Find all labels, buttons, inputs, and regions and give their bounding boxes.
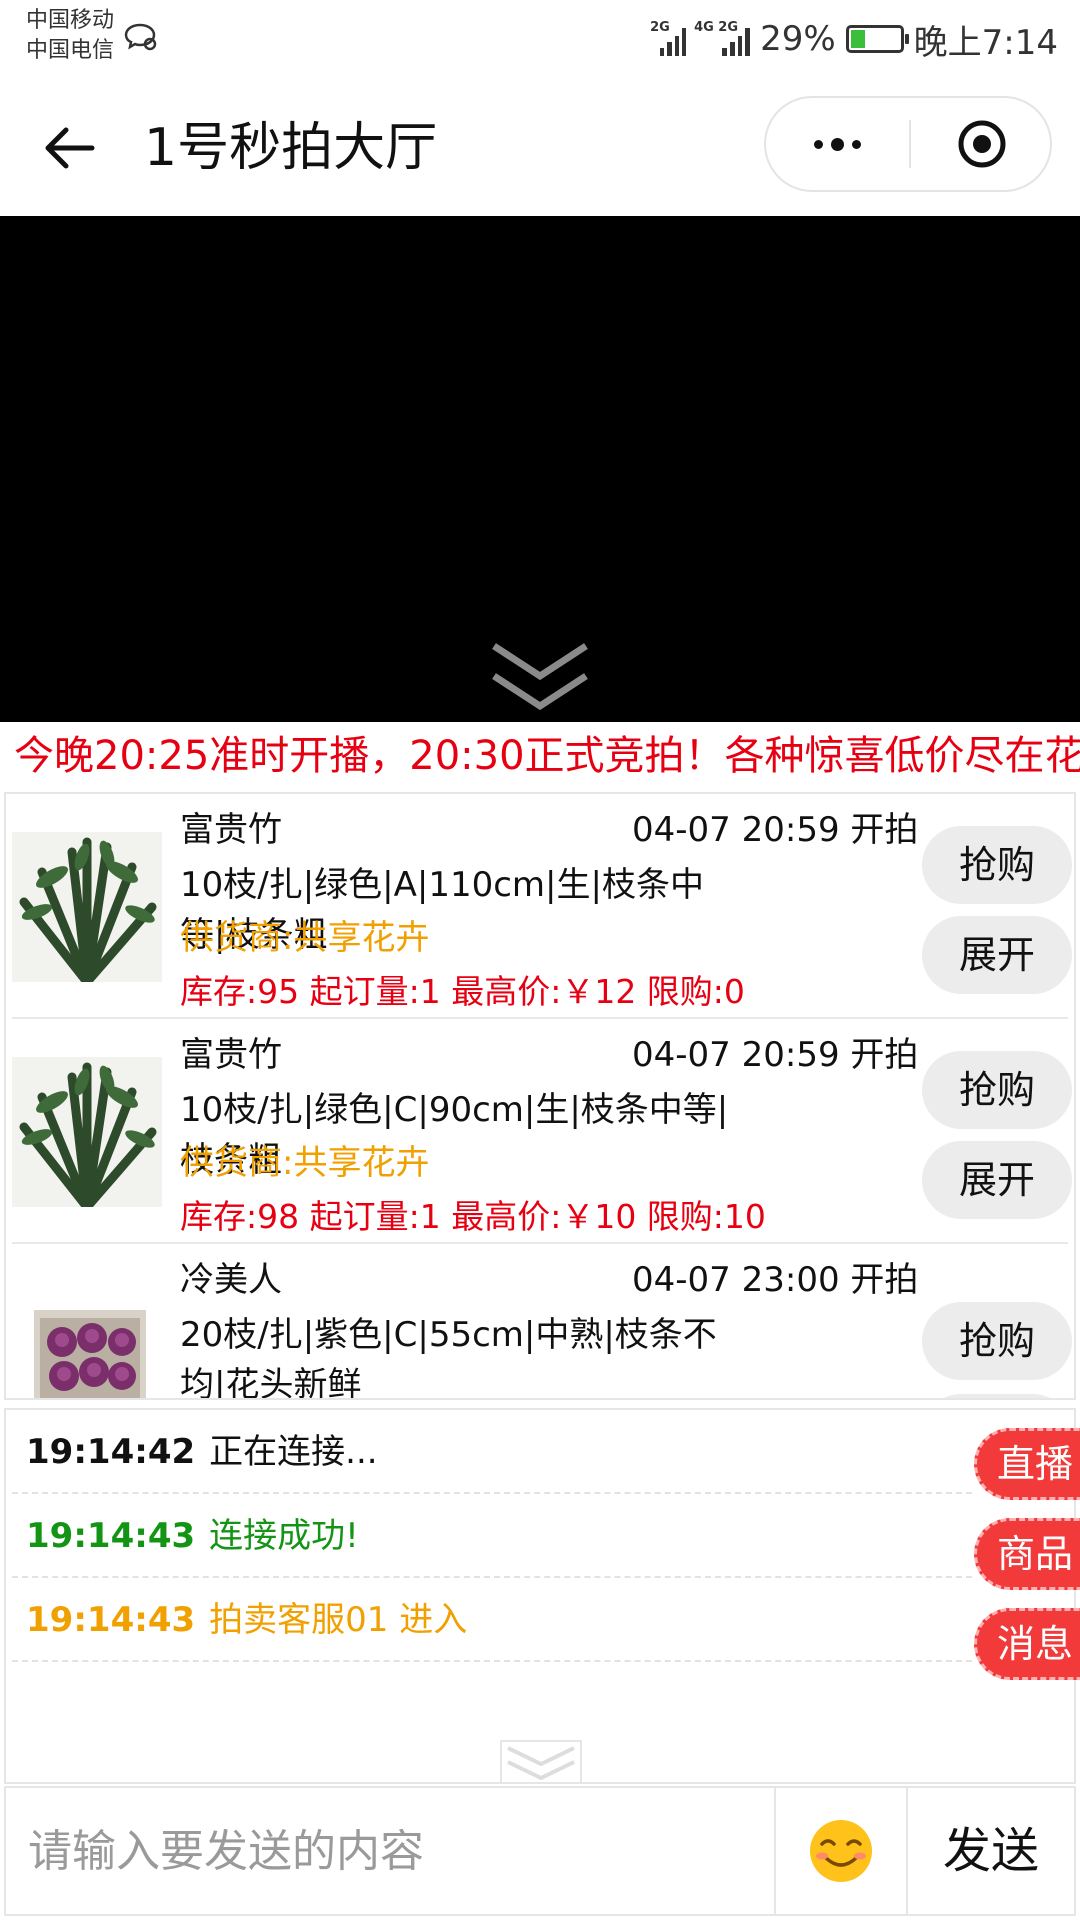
double-chevron-down-icon[interactable]	[500, 1740, 582, 1784]
close-target-icon[interactable]	[911, 98, 1052, 190]
buy-button[interactable]: 抢购	[922, 1302, 1072, 1380]
message-text: 拍卖客服01 进入	[209, 1600, 468, 1640]
message-text: 连接成功!	[209, 1516, 359, 1556]
chat-message-panel[interactable]: 19:14:42 正在连接... 19:14:43 连接成功! 19:14:43 拍卖…	[4, 1408, 1076, 1784]
carrier-1: 中国移动	[26, 8, 115, 33]
product-name: 富贵竹	[180, 1035, 282, 1075]
page-title: 1号秒拍大厅	[144, 118, 438, 178]
product-image	[34, 1310, 146, 1398]
network-type-2: 4G 2G	[694, 20, 739, 35]
messages-tab-button[interactable]: 消息	[974, 1608, 1080, 1680]
expand-button[interactable]: 展开	[922, 1141, 1072, 1219]
goods-tab-button[interactable]: 商品	[974, 1518, 1080, 1590]
product-item: 富贵竹 04-07 20:59 开拍 10枝/扎|绿色|A|110cm|生|枝条…	[12, 794, 1072, 1019]
message-time: 19:14:43	[26, 1516, 196, 1556]
auction-time: 04-07 20:59 开拍	[632, 1035, 919, 1075]
battery-fill	[850, 30, 865, 48]
status-bar: 中国移动 中国电信 2G 4G 2G 29% 晚上7:14	[0, 0, 1080, 80]
auction-time: 04-07 23:00 开拍	[632, 1260, 919, 1300]
signal-icon: 2G	[650, 20, 687, 56]
product-image	[12, 1057, 162, 1207]
product-image	[12, 832, 162, 982]
product-supplier: 供货商:共享花卉	[180, 918, 430, 958]
product-stock-info: 库存:98 起订量:1 最高价:￥10 限购:10	[180, 1197, 766, 1236]
network-type-1: 2G	[650, 20, 670, 35]
back-arrow-icon[interactable]	[40, 118, 100, 178]
product-stock-info: 库存:95 起订量:1 最高价:￥12 限购:0	[180, 972, 745, 1011]
product-name: 富贵竹	[180, 810, 282, 850]
expand-button[interactable]: 展开	[922, 916, 1072, 994]
message-text: 正在连接...	[209, 1432, 378, 1472]
chat-message: 19:14:42 正在连接...	[12, 1410, 972, 1494]
product-spec: 20枝/扎|紫色|C|55cm|中熟|枝条不均|花头新鲜	[180, 1315, 717, 1400]
product-supplier: 供货商:共享花卉	[180, 1143, 430, 1183]
double-chevron-down-icon[interactable]	[490, 640, 590, 716]
clock: 晚上7:14	[913, 22, 1058, 63]
announcement-marquee: 今晚20:25准时开播，20:30正式竞拍！各种惊喜低价尽在花	[14, 733, 1080, 779]
chat-input-bar: 发送	[4, 1786, 1076, 1916]
signal-icon-2: 4G 2G	[694, 20, 751, 56]
smiling-face-icon[interactable]	[774, 1788, 906, 1914]
carrier-names: 中国移动 中国电信	[26, 6, 114, 66]
message-time: 19:14:43	[26, 1600, 196, 1640]
buy-button[interactable]: 抢购	[922, 1051, 1072, 1129]
buy-button[interactable]: 抢购	[922, 826, 1072, 904]
live-tab-button[interactable]: 直播	[974, 1428, 1080, 1500]
product-name: 冷美人	[180, 1260, 282, 1300]
status-right: 2G 4G 2G 29% 晚上7:14	[650, 14, 1058, 64]
product-item: 冷美人 04-07 23:00 开拍 20枝/扎|紫色|C|55cm|中熟|枝条…	[12, 1244, 1072, 1400]
product-item: 富贵竹 04-07 20:59 开拍 10枝/扎|绿色|C|90cm|生|枝条中…	[12, 1019, 1072, 1244]
carrier-2: 中国电信	[26, 38, 115, 63]
battery-icon	[845, 25, 909, 53]
title-bar: 1号秒拍大厅	[0, 80, 1080, 216]
send-button[interactable]: 发送	[906, 1788, 1074, 1914]
mini-program-capsule	[764, 96, 1052, 192]
battery-percent: 29%	[760, 19, 836, 59]
chat-message: 19:14:43 拍卖客服01 进入	[12, 1578, 972, 1662]
auction-time: 04-07 20:59 开拍	[632, 810, 919, 850]
message-input[interactable]	[6, 1788, 774, 1914]
product-list[interactable]: 富贵竹 04-07 20:59 开拍 10枝/扎|绿色|A|110cm|生|枝条…	[4, 792, 1076, 1400]
message-time: 19:14:42	[26, 1432, 196, 1472]
live-video-player[interactable]	[0, 216, 1080, 722]
expand-button-partial[interactable]	[922, 1394, 1072, 1398]
wechat-notification-icon	[124, 23, 157, 51]
more-dots-icon[interactable]	[766, 98, 909, 190]
chat-message: 19:14:43 连接成功!	[12, 1494, 972, 1578]
